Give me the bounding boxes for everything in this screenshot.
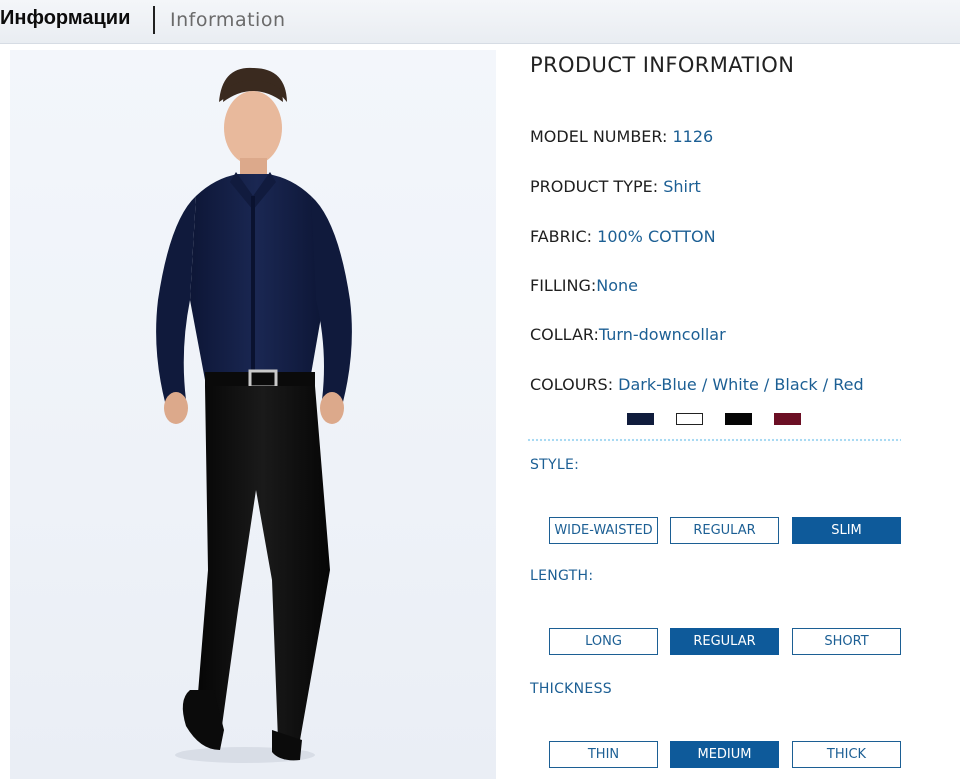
spec-product-type: PRODUCT TYPE: Shirt [530, 177, 701, 196]
thickness-option-medium[interactable]: MEDIUM [670, 741, 779, 768]
thickness-label: THICKNESS [530, 681, 612, 697]
style-option-wide-waisted[interactable]: WIDE-WAISTED [549, 517, 658, 544]
spec-value: 100% COTTON [597, 227, 716, 246]
length-option-short[interactable]: SHORT [792, 628, 901, 655]
spec-colours: COLOURS: Dark-Blue / White / Black / Red [530, 375, 864, 394]
spec-value: None [596, 276, 638, 295]
header-title-ru: Информации [0, 7, 131, 29]
spec-filling: FILLING:None [530, 276, 638, 295]
swatch-black[interactable] [725, 413, 752, 425]
header-divider [153, 6, 155, 34]
spec-value: Turn-downcollar [598, 325, 726, 344]
spec-value: 1126 [672, 127, 714, 146]
spec-fabric: FABRIC: 100% COTTON [530, 227, 716, 246]
style-option-slim[interactable]: SLIM [792, 517, 901, 544]
spec-label: MODEL NUMBER: [530, 127, 673, 146]
spec-label: PRODUCT TYPE: [530, 177, 664, 196]
spec-label: FABRIC: [530, 227, 598, 246]
length-option-regular[interactable]: REGULAR [670, 628, 779, 655]
spec-value: Dark-Blue / White / Black / Red [618, 375, 864, 394]
spec-label: COLOURS: [530, 375, 619, 394]
model-illustration [156, 67, 352, 763]
spec-model-number: MODEL NUMBER: 1126 [530, 127, 713, 146]
style-option-regular[interactable]: REGULAR [670, 517, 779, 544]
swatch-dark-blue[interactable] [627, 413, 654, 425]
length-option-long[interactable]: LONG [549, 628, 658, 655]
header-title-en: Information [170, 9, 286, 31]
dotted-divider [527, 438, 901, 443]
thickness-option-thin[interactable]: THIN [549, 741, 658, 768]
product-info-heading: PRODUCT INFORMATION [530, 53, 795, 77]
length-label: LENGTH: [530, 568, 594, 584]
spec-collar: COLLAR:Turn-downcollar [530, 325, 726, 344]
spec-label: COLLAR: [530, 325, 599, 344]
page-header: Информации Information [0, 0, 960, 44]
spec-value: Shirt [663, 177, 701, 196]
style-label: STYLE: [530, 457, 580, 473]
thickness-option-thick[interactable]: THICK [792, 741, 901, 768]
product-photo [10, 50, 496, 779]
spec-label: FILLING: [530, 276, 597, 295]
swatch-red[interactable] [774, 413, 801, 425]
swatch-white[interactable] [676, 413, 703, 425]
